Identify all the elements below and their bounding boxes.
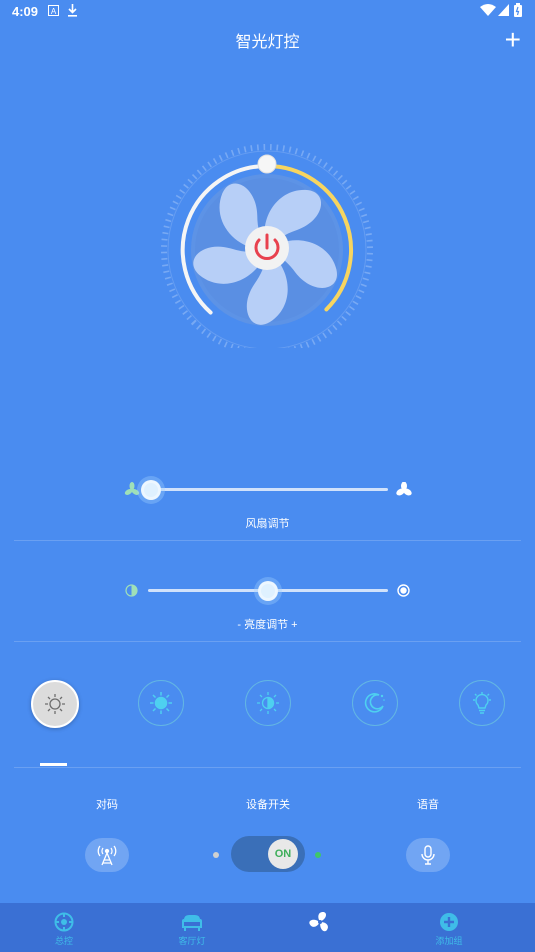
- device-switch-toggle[interactable]: ON: [231, 836, 305, 872]
- battery-icon: [514, 3, 522, 17]
- nav-label: 添加组: [435, 936, 463, 946]
- fan-small-icon: [124, 482, 140, 495]
- nav-label: 总控: [54, 936, 73, 946]
- status-bar: 4:09 A: [0, 0, 535, 24]
- toggle-text: ON: [274, 848, 292, 860]
- pair-button[interactable]: [85, 838, 129, 872]
- mode-bulb-button[interactable]: [459, 680, 505, 726]
- fan-speed-track[interactable]: [148, 488, 388, 491]
- toggle-knob: ON: [268, 839, 298, 869]
- sun-outline-icon: [45, 694, 65, 714]
- fan-speed-knob[interactable]: [141, 480, 161, 500]
- mode-sun-full-button[interactable]: [138, 680, 184, 726]
- mode-sun-outline-button[interactable]: [31, 680, 79, 728]
- fan-icon: [309, 912, 328, 932]
- mode-sun-half-button[interactable]: [245, 680, 291, 726]
- switch-on-dot: [315, 852, 321, 858]
- divider: [14, 641, 521, 642]
- sun-half-icon: [257, 692, 279, 714]
- antenna-icon: [97, 845, 117, 866]
- svg-text:A: A: [51, 7, 57, 16]
- microphone-icon: [421, 845, 435, 865]
- sofa-icon: [182, 915, 202, 931]
- nav-label: 客厅灯: [178, 936, 206, 946]
- sun-full-icon: [150, 692, 172, 714]
- nav-item-master[interactable]: 总控: [29, 903, 99, 952]
- moon-icon: [364, 693, 385, 713]
- master-control-icon: [54, 912, 74, 932]
- brightness-low-icon: [125, 584, 138, 597]
- divider: [14, 767, 521, 768]
- page-title: 智光灯控: [235, 34, 300, 51]
- mode-moon-button[interactable]: [352, 680, 398, 726]
- pair-label: 对码: [96, 799, 118, 811]
- nav-item-add-group[interactable]: 添加组: [414, 903, 484, 952]
- status-time: 4:09: [12, 4, 39, 19]
- add-button[interactable]: +: [505, 26, 521, 54]
- bottom-nav: 总控 客厅灯 添加组: [0, 903, 535, 952]
- switch-off-dot: [213, 852, 219, 858]
- divider: [14, 540, 521, 541]
- fan-speed-label: 风扇调节: [245, 518, 290, 530]
- signal-icon: [498, 4, 509, 16]
- fan-dial[interactable]: [160, 143, 375, 348]
- fan-large-icon: [396, 482, 412, 496]
- brightness-label: - 亮度调节 +: [237, 619, 298, 631]
- brightness-high-icon: [397, 584, 410, 597]
- switch-label: 设备开关: [246, 799, 290, 811]
- dial-knob[interactable]: [257, 154, 277, 174]
- nav-item-living-room[interactable]: 客厅灯: [157, 903, 227, 952]
- accessibility-icon: A: [48, 5, 59, 16]
- voice-button[interactable]: [406, 838, 450, 872]
- nav-item-fan[interactable]: [285, 903, 355, 952]
- wifi-icon: [480, 4, 496, 16]
- voice-label: 语音: [417, 799, 439, 811]
- mode-indicator: [40, 763, 67, 766]
- bulb-icon: [473, 692, 491, 714]
- add-group-icon: [440, 913, 458, 931]
- brightness-knob[interactable]: [258, 581, 278, 601]
- download-icon: [68, 4, 77, 17]
